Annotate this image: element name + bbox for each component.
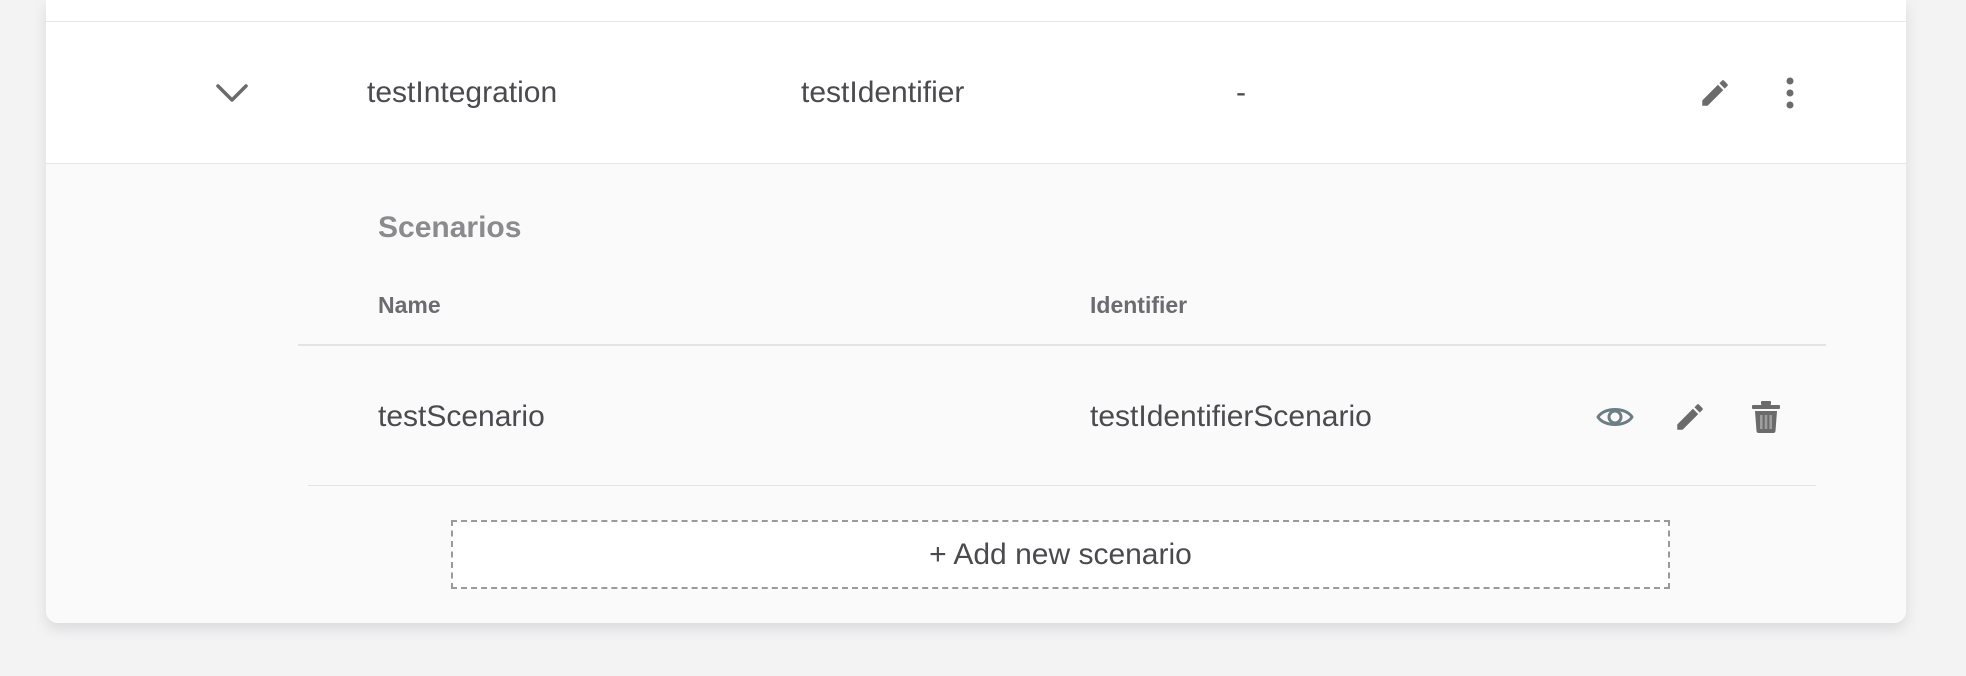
edit-integration-button[interactable]	[1693, 71, 1737, 115]
trash-icon	[1752, 401, 1780, 433]
column-header-identifier: Identifier	[1090, 292, 1188, 318]
scenario-identifier: testIdentifierScenario	[1090, 400, 1372, 433]
pencil-icon	[1702, 80, 1728, 106]
edit-scenario-button[interactable]	[1668, 395, 1712, 439]
more-vertical-icon	[1786, 77, 1794, 109]
pencil-icon	[1677, 404, 1703, 430]
column-header-name: Name	[378, 292, 441, 318]
eye-icon	[1596, 408, 1634, 426]
divider	[308, 485, 1816, 486]
chevron-down-icon	[216, 84, 248, 102]
expand-toggle-button[interactable]	[210, 71, 254, 115]
divider	[298, 344, 1826, 346]
integration-identifier: testIdentifier	[801, 76, 965, 109]
scenario-name: testScenario	[378, 400, 545, 433]
divider	[46, 21, 1906, 22]
integration-extra-value: -	[1236, 76, 1246, 109]
add-scenario-button[interactable]: + Add new scenario	[451, 520, 1670, 589]
integration-name: testIntegration	[367, 76, 558, 109]
integrations-card: testIntegration testIdentifier - Scenari…	[46, 0, 1906, 623]
more-options-button[interactable]	[1768, 71, 1812, 115]
delete-scenario-button[interactable]	[1744, 395, 1788, 439]
scenarios-title: Scenarios	[378, 211, 522, 244]
view-scenario-button[interactable]	[1593, 395, 1637, 439]
